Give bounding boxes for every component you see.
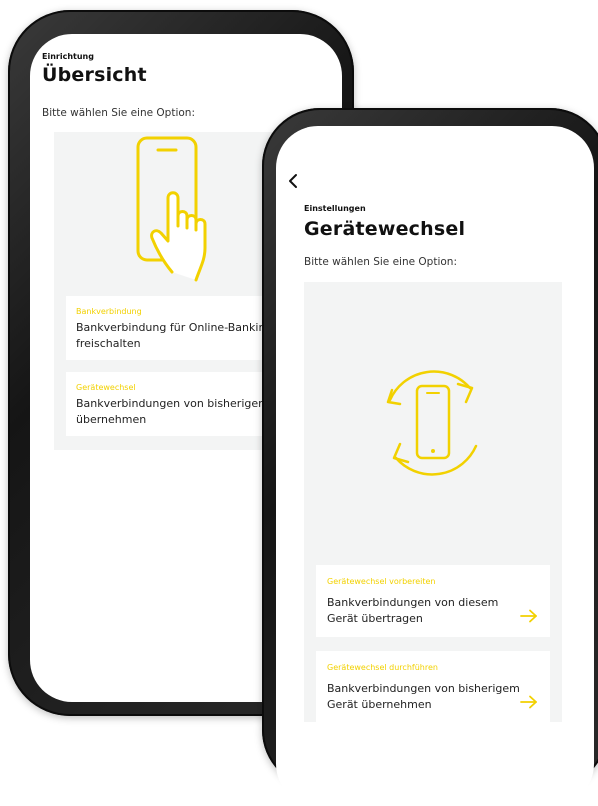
- back-chevron-icon[interactable]: [286, 172, 300, 190]
- option-tag: Gerätewechsel durchführen: [327, 663, 438, 672]
- arrow-right-icon: [520, 609, 537, 623]
- option-tag: Gerätewechsel: [76, 383, 136, 392]
- phone-frame-front: Einstellungen Gerätewechsel Bitte wählen…: [262, 108, 598, 806]
- option-label-line1: Bankverbindungen von bisherigem: [327, 682, 520, 695]
- device-switch-icon: [386, 370, 478, 476]
- option-label-line1: Bankverbindungen von diesem: [327, 596, 499, 609]
- option-tag: Gerätewechsel vorbereiten: [327, 577, 436, 586]
- option-prompt: Bitte wählen Sie eine Option:: [42, 107, 195, 119]
- page-title: Übersicht: [42, 64, 147, 86]
- option-label-line2: freischalten: [76, 337, 141, 350]
- option-label-line1: Bankverbindung für Online-Banking: [76, 321, 273, 334]
- page-title: Gerätewechsel: [304, 218, 466, 240]
- option-label-line2: übernehmen: [76, 413, 147, 426]
- option-card-perform[interactable]: Gerätewechsel durchführen Bankverbindung…: [316, 651, 550, 723]
- option-prompt: Bitte wählen Sie eine Option:: [304, 256, 457, 268]
- option-card-prepare[interactable]: Gerätewechsel vorbereiten Bankverbindung…: [316, 565, 550, 637]
- screen-device-switch: Einstellungen Gerätewechsel Bitte wählen…: [276, 126, 594, 806]
- option-label-line2: Gerät übernehmen: [327, 698, 432, 711]
- options-panel: Gerätewechsel vorbereiten Bankverbindung…: [304, 282, 562, 723]
- arrow-right-icon: [520, 695, 537, 709]
- option-label-line1: Bankverbindungen von bisherigem Ge: [76, 397, 288, 410]
- tap-phone-icon: [136, 136, 207, 282]
- section-eyebrow: Einstellungen: [304, 204, 366, 213]
- section-eyebrow: Einrichtung: [42, 52, 94, 61]
- option-label-line2: Gerät übertragen: [327, 612, 423, 625]
- option-tag: Bankverbindung: [76, 307, 142, 316]
